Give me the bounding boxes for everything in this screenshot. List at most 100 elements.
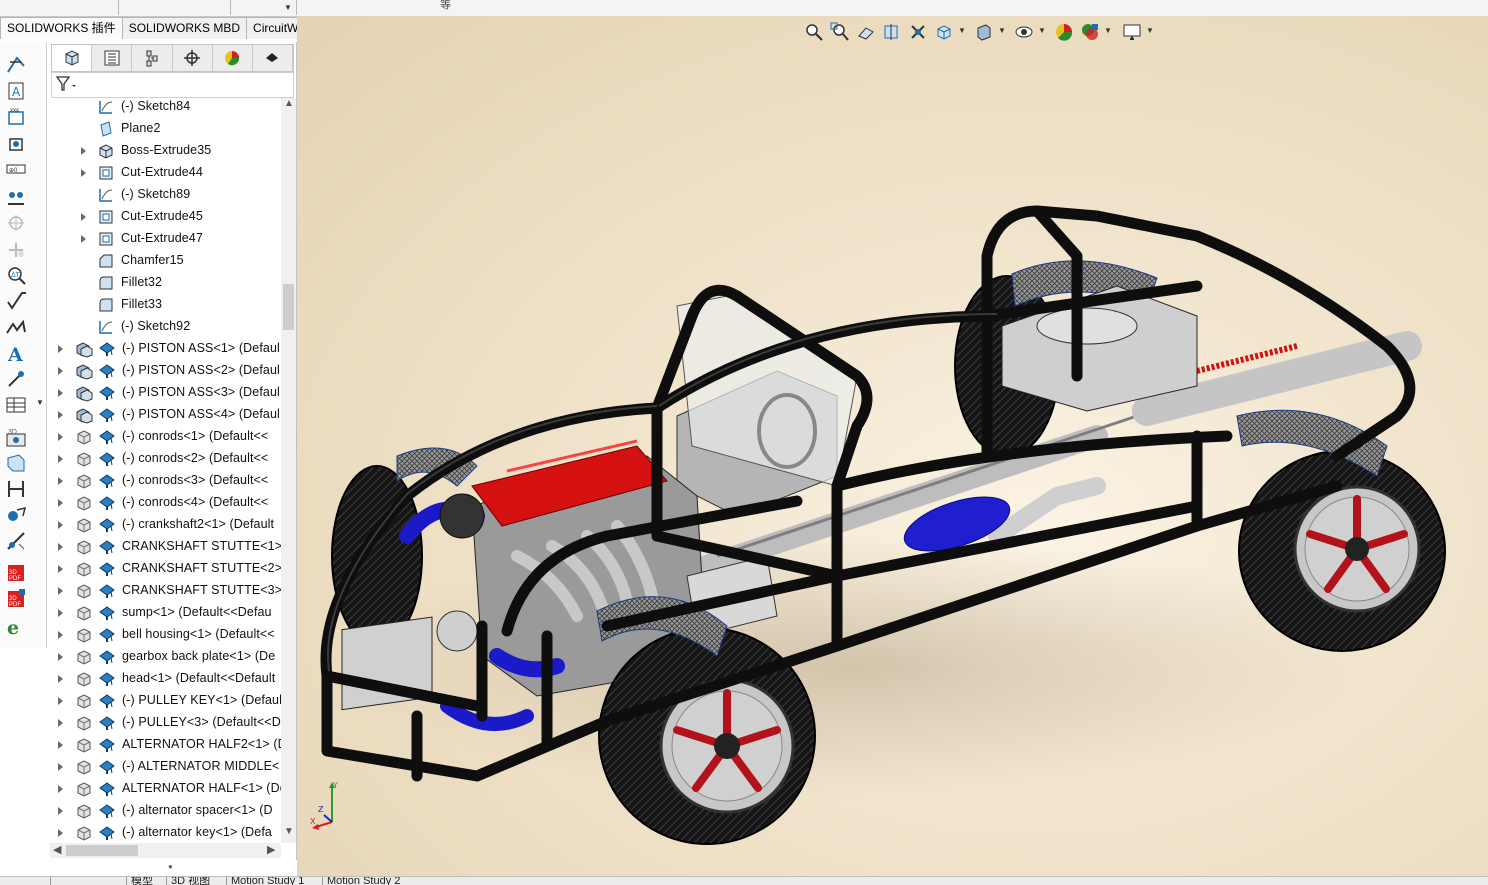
tree-item-crankshaft2-1-default[interactable]: (-) crankshaft2<1> (Default bbox=[47, 514, 281, 536]
configuration-manager-icon[interactable] bbox=[132, 45, 173, 71]
expand-arrow-icon[interactable] bbox=[58, 631, 63, 639]
expand-arrow-icon[interactable] bbox=[58, 455, 63, 463]
tree-item-pulley-3-default-d[interactable]: (-) PULLEY<3> (Default<<D bbox=[47, 712, 281, 734]
expand-arrow-icon[interactable] bbox=[58, 411, 63, 419]
tree-item-boss-extrude35[interactable]: Boss-Extrude35 bbox=[47, 140, 281, 162]
tree-item-conrods-2-default[interactable]: (-) conrods<2> (Default<< bbox=[47, 448, 281, 470]
tree-item-piston-ass-1-defaul[interactable]: (-) PISTON ASS<1> (Defaul bbox=[47, 338, 281, 360]
smart-dimension-icon[interactable] bbox=[5, 54, 27, 76]
toolbar-segment[interactable] bbox=[118, 0, 231, 15]
tree-item-pulley-key-1-default[interactable]: (-) PULLEY KEY<1> (Default bbox=[47, 690, 281, 712]
datum-feature-icon[interactable]: ⊕0 bbox=[5, 158, 27, 180]
section-icon[interactable] bbox=[5, 452, 27, 474]
tree-item-piston-ass-2-defaul[interactable]: (-) PISTON ASS<2> (Defaul bbox=[47, 360, 281, 382]
display-style-icon[interactable] bbox=[974, 22, 994, 42]
tree-item-cut-extrude45[interactable]: Cut-Extrude45 bbox=[47, 206, 281, 228]
tree-item-crankshaft-stutte-1[interactable]: CRANKSHAFT STUTTE<1> ( bbox=[47, 536, 281, 558]
dropdown-arrow-icon[interactable]: ▼ bbox=[36, 398, 44, 407]
dropdown-arrow-icon[interactable]: ▼ bbox=[998, 26, 1006, 35]
scrollbar-thumb[interactable] bbox=[283, 284, 294, 330]
auto-balloon-icon[interactable] bbox=[5, 132, 27, 154]
scroll-right-icon[interactable]: ▶ bbox=[267, 843, 275, 856]
weld-symbol-icon[interactable]: ΔT bbox=[5, 264, 27, 286]
scrollbar-thumb[interactable] bbox=[66, 845, 138, 856]
expand-arrow-icon[interactable] bbox=[58, 653, 63, 661]
capture-view-icon[interactable] bbox=[5, 504, 27, 526]
tree-item-cut-extrude44[interactable]: Cut-Extrude44 bbox=[47, 162, 281, 184]
dropdown-arrow-icon[interactable]: ▼ bbox=[284, 3, 292, 12]
tree-item-sketch84[interactable]: (-) Sketch84 bbox=[47, 96, 281, 118]
tree-item-piston-ass-3-defaul[interactable]: (-) PISTON ASS<3> (Defaul bbox=[47, 382, 281, 404]
tree-item-sketch89[interactable]: (-) Sketch89 bbox=[47, 184, 281, 206]
display-manager-icon[interactable] bbox=[213, 45, 253, 71]
graphics-viewport[interactable]: ▼ ▼ ▼ ▼ ▼ bbox=[297, 16, 1488, 876]
toolbar-segment[interactable] bbox=[0, 0, 119, 15]
balloon-icon[interactable]: xxx bbox=[5, 106, 27, 128]
expand-arrow-icon[interactable] bbox=[58, 697, 63, 705]
tree-item-bell-housing-1-default[interactable]: bell housing<1> (Default<< bbox=[47, 624, 281, 646]
expand-arrow-icon[interactable] bbox=[58, 477, 63, 485]
expand-arrow-icon[interactable] bbox=[58, 565, 63, 573]
tree-filter-bar[interactable] bbox=[51, 72, 294, 98]
dynamic-annotation-icon[interactable] bbox=[908, 22, 928, 42]
expand-arrow-icon[interactable] bbox=[58, 499, 63, 507]
scroll-up-icon[interactable]: ▲ bbox=[284, 98, 294, 109]
tree-item-cut-extrude47[interactable]: Cut-Extrude47 bbox=[47, 228, 281, 250]
tree-item-sketch92[interactable]: (-) Sketch92 bbox=[47, 316, 281, 338]
apply-scene-icon[interactable] bbox=[1080, 22, 1100, 42]
tree-vertical-scrollbar[interactable]: ▲ ▼ bbox=[281, 98, 296, 843]
tree-item-alternator-half2-1-d[interactable]: ALTERNATOR HALF2<1> (D bbox=[47, 734, 281, 756]
tree-item-alternator-spacer-1-d[interactable]: (-) alternator spacer<1> (D bbox=[47, 800, 281, 822]
cam-manager-icon[interactable] bbox=[253, 45, 294, 71]
edit-appearance-icon[interactable] bbox=[1054, 22, 1074, 42]
expand-arrow-icon[interactable] bbox=[58, 807, 63, 815]
3d-view-icon[interactable]: 3D bbox=[5, 426, 27, 448]
scroll-down-icon[interactable]: ▼ bbox=[284, 826, 294, 837]
tree-item-sump-1-default-defau[interactable]: sump<1> (Default<<Defau bbox=[47, 602, 281, 624]
expand-arrow-icon[interactable] bbox=[58, 389, 63, 397]
tree-item-conrods-1-default[interactable]: (-) conrods<1> (Default<< bbox=[47, 426, 281, 448]
publish-3d-pdf-icon[interactable]: 3D PDF bbox=[5, 562, 27, 584]
dropdown-arrow-icon[interactable]: ▼ bbox=[1146, 26, 1154, 35]
expand-arrow-icon[interactable] bbox=[58, 741, 63, 749]
hole-callout-icon[interactable] bbox=[5, 368, 27, 390]
expand-arrow-icon[interactable] bbox=[58, 367, 63, 375]
zoom-to-area-icon[interactable] bbox=[830, 22, 850, 42]
tree-item-fillet32[interactable]: Fillet32 bbox=[47, 272, 281, 294]
expand-arrow-icon[interactable] bbox=[81, 169, 86, 177]
datum-target-icon[interactable] bbox=[5, 186, 27, 208]
tree-item-gearbox-back-plate-1-de[interactable]: gearbox back plate<1> (De bbox=[47, 646, 281, 668]
publish-3d-pdf-template-icon[interactable]: 3D PDF bbox=[5, 588, 27, 610]
expand-arrow-icon[interactable] bbox=[58, 675, 63, 683]
expand-arrow-icon[interactable] bbox=[58, 719, 63, 727]
tree-item-plane2[interactable]: Plane2 bbox=[47, 118, 281, 140]
car-model-render[interactable] bbox=[297, 16, 1488, 876]
fuel-cap-plate[interactable] bbox=[1036, 307, 1138, 345]
tree-item-chamfer15[interactable]: Chamfer15 bbox=[47, 250, 281, 272]
expand-arrow-icon[interactable] bbox=[58, 587, 63, 595]
expand-arrow-icon[interactable] bbox=[58, 433, 63, 441]
surface-finish-icon[interactable] bbox=[5, 290, 27, 312]
tree-item-piston-ass-4-defaul[interactable]: (-) PISTON ASS<4> (Defaul bbox=[47, 404, 281, 426]
zoom-to-fit-icon[interactable] bbox=[804, 22, 824, 42]
expand-arrow-icon[interactable] bbox=[58, 763, 63, 771]
edrawings-icon[interactable]: e bbox=[5, 616, 27, 639]
section-view-icon[interactable] bbox=[882, 22, 902, 42]
tree-item-conrods-3-default[interactable]: (-) conrods<3> (Default<< bbox=[47, 470, 281, 492]
dropdown-arrow-icon[interactable]: ▼ bbox=[958, 26, 966, 35]
tree-item-alternator-key-1-defa[interactable]: (-) alternator key<1> (Defa bbox=[47, 822, 281, 844]
alternator[interactable] bbox=[436, 610, 478, 652]
view-orientation-icon[interactable] bbox=[934, 22, 954, 42]
weld-bead-icon[interactable] bbox=[5, 316, 27, 338]
text-annotation-icon[interactable]: A bbox=[5, 342, 27, 366]
dimension-bracket-icon[interactable] bbox=[5, 478, 27, 500]
feature-manager-icon[interactable] bbox=[52, 45, 93, 71]
reference-triad-icon[interactable]: Y Z X bbox=[310, 778, 350, 834]
expand-arrow-icon[interactable] bbox=[58, 609, 63, 617]
disabled-tool-icon[interactable] bbox=[5, 212, 27, 234]
property-manager-icon[interactable] bbox=[92, 45, 133, 71]
expand-arrow-icon[interactable] bbox=[58, 543, 63, 551]
tree-item-crankshaft-stutte-3[interactable]: CRANKSHAFT STUTTE<3> ( bbox=[47, 580, 281, 602]
tree-item-fillet33[interactable]: Fillet33 bbox=[47, 294, 281, 316]
tree-item-alternator-half-1-de[interactable]: ALTERNATOR HALF<1> (De bbox=[47, 778, 281, 800]
